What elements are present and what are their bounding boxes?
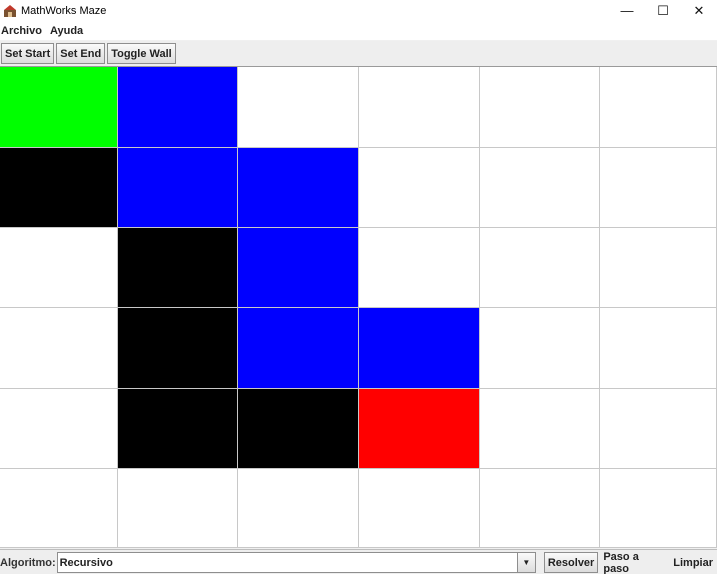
algorithm-select[interactable]: Recursivo ▼ <box>56 552 536 573</box>
maze-cell-empty[interactable] <box>600 308 717 389</box>
maze-cell-empty[interactable] <box>359 469 480 548</box>
set-start-button[interactable]: Set Start <box>1 43 55 64</box>
maze-cell-path[interactable] <box>238 228 359 308</box>
maze-cell-path[interactable] <box>238 308 359 389</box>
maze-cell-empty[interactable] <box>480 308 600 389</box>
maze-cell-empty[interactable] <box>359 148 480 228</box>
maze-cell-empty[interactable] <box>238 67 359 148</box>
maze-cell-empty[interactable] <box>0 308 118 389</box>
maze-cell-start[interactable] <box>0 67 118 148</box>
menu-bar: Archivo Ayuda <box>0 21 717 41</box>
algorithm-value: Recursivo <box>59 556 113 569</box>
maze-cell-wall[interactable] <box>118 308 238 389</box>
window-controls: — ☐ ✕ <box>609 0 717 21</box>
maximize-icon: ☐ <box>657 2 669 18</box>
maze-cell-empty[interactable] <box>118 469 238 548</box>
maze-cell-empty[interactable] <box>480 469 600 548</box>
maze-cell-empty[interactable] <box>0 228 118 308</box>
app-window: MathWorks Maze — ☐ ✕ Archivo Ayuda Set S… <box>0 0 717 574</box>
maze-grid[interactable] <box>0 67 717 548</box>
app-icon <box>3 4 17 18</box>
toggle-wall-button[interactable]: Toggle Wall <box>107 43 176 64</box>
toolbar: Set Start Set End Toggle Wall <box>0 41 717 67</box>
maze-cell-empty[interactable] <box>0 389 118 469</box>
chevron-down-icon[interactable]: ▼ <box>516 553 535 572</box>
set-end-button[interactable]: Set End <box>56 43 106 64</box>
minimize-icon: — <box>620 3 634 18</box>
close-button[interactable]: ✕ <box>681 0 717 21</box>
maze-cell-empty[interactable] <box>480 389 600 469</box>
step-button[interactable]: Paso a paso <box>599 551 668 574</box>
maze-cell-wall[interactable] <box>238 389 359 469</box>
clear-button[interactable]: Limpiar <box>669 552 717 573</box>
algorithm-label: Algoritmo: <box>0 556 56 569</box>
window-title: MathWorks Maze <box>21 4 107 17</box>
maze-cell-empty[interactable] <box>359 228 480 308</box>
maze-cell-empty[interactable] <box>600 148 717 228</box>
title-bar[interactable]: MathWorks Maze — ☐ ✕ <box>0 0 717 21</box>
maze-cell-empty[interactable] <box>480 67 600 148</box>
maze-cell-empty[interactable] <box>238 469 359 548</box>
maze-cell-empty[interactable] <box>480 148 600 228</box>
maze-cell-empty[interactable] <box>359 67 480 148</box>
maze-cell-empty[interactable] <box>600 228 717 308</box>
maze-cell-path[interactable] <box>118 67 238 148</box>
maze-cell-empty[interactable] <box>600 67 717 148</box>
maze-cell-wall[interactable] <box>0 148 118 228</box>
close-icon: ✕ <box>693 2 705 18</box>
bottom-bar: Algoritmo: Recursivo ▼ Resolver Paso a p… <box>0 549 717 574</box>
maze-cell-empty[interactable] <box>600 469 717 548</box>
maze-cell-empty[interactable] <box>0 469 118 548</box>
maze-cell-path[interactable] <box>359 308 480 389</box>
maze-cell-path[interactable] <box>238 148 359 228</box>
maximize-button[interactable]: ☐ <box>645 0 681 21</box>
maze-cell-empty[interactable] <box>600 389 717 469</box>
menu-ayuda[interactable]: Ayuda <box>49 25 87 37</box>
menu-archivo[interactable]: Archivo <box>0 25 46 37</box>
maze-cell-path[interactable] <box>118 148 238 228</box>
maze-cell-wall[interactable] <box>118 389 238 469</box>
maze-cell-wall[interactable] <box>118 228 238 308</box>
maze-cell-empty[interactable] <box>480 228 600 308</box>
resolver-button[interactable]: Resolver <box>543 552 599 573</box>
minimize-button[interactable]: — <box>609 0 645 21</box>
maze-cell-end[interactable] <box>359 389 480 469</box>
